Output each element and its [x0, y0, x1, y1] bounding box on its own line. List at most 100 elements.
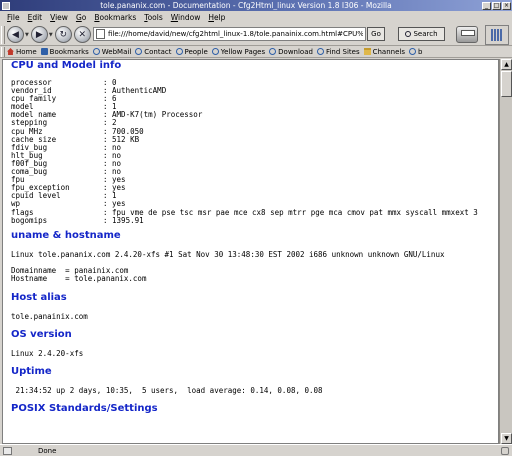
cpu-info-value: : fpu vme de pse tsc msr pae mce cx8 sep… [103, 207, 478, 217]
cpu-info-key: bogomips [11, 215, 48, 225]
menu-go[interactable]: Go [72, 13, 90, 22]
bookmark-download[interactable]: Download [269, 48, 313, 56]
bookmark-label: Channels [372, 47, 405, 56]
link-icon [211, 48, 219, 55]
bookmark-channels[interactable]: Channels [363, 47, 405, 56]
menu-bookmarks[interactable]: Bookmarks [90, 13, 140, 22]
cpu-info-row: cache size: 512 KB [11, 135, 498, 144]
bookmark-label: Bookmarks [49, 47, 89, 56]
cpu-info-row: fpu: yes [11, 176, 498, 184]
maximize-icon[interactable]: □ [492, 1, 501, 10]
bookmark-label: Download [278, 47, 313, 56]
bookmark-find-sites[interactable]: Find Sites [316, 47, 360, 56]
search-button-label: Search [413, 30, 438, 38]
cpu-info-row: processor: 0 [11, 78, 498, 87]
hostname-line: Hostname = tole.pananix.com [11, 273, 147, 283]
menu-bar: File Edit View Go Bookmarks Tools Window… [0, 11, 512, 24]
bookmark-b[interactable]: b [408, 47, 423, 56]
cpu-info-row: model: 1 [11, 103, 498, 111]
bookmark-bookmarks[interactable]: Bookmarks [40, 47, 89, 56]
uptime-heading: Uptime [11, 366, 52, 378]
folder-icon [363, 48, 371, 55]
cpu-info-row: stepping: 2 [11, 119, 498, 127]
title-bar: tole.pananix.com - Documentation - Cfg2H… [0, 0, 512, 11]
bookmark-label: WebMail [101, 47, 132, 56]
url-input[interactable] [108, 30, 363, 38]
status-text: Done [38, 446, 57, 455]
alias-heading: Host alias [11, 291, 67, 303]
bookmark-yellow-pages[interactable]: Yellow Pages [211, 47, 266, 56]
menu-window[interactable]: Window [167, 13, 205, 22]
close-icon[interactable]: × [502, 1, 511, 10]
cpu-info-row: cpu family: 6 [11, 95, 498, 103]
link-icon [408, 48, 416, 55]
scroll-thumb[interactable] [501, 71, 512, 97]
link-icon [135, 48, 143, 55]
cpu-info-row: cpuid level: 1 [11, 192, 498, 200]
link-icon [316, 48, 324, 55]
cpu-heading: CPU and Model info [11, 60, 122, 71]
go-button[interactable]: Go [367, 27, 385, 41]
page-content[interactable]: CPU and Model info processor: 0 vendor_id… [2, 59, 499, 444]
cpu-info-key: cpuid level [11, 191, 61, 201]
minimize-icon[interactable]: _ [482, 1, 491, 10]
os-heading: OS version [11, 329, 72, 341]
bookmarks-icon [40, 48, 48, 55]
home-icon [7, 48, 14, 55]
toolbar-grip[interactable] [1, 46, 5, 57]
toolbar-grip[interactable] [1, 25, 5, 44]
cpu-info-row: cpu MHz: 700.050 [11, 127, 498, 136]
scroll-down-icon[interactable]: ▼ [501, 433, 512, 444]
print-icon[interactable] [456, 26, 478, 43]
online-status-icon[interactable] [3, 446, 12, 455]
cpu-info-row: hlt_bug: no [11, 151, 498, 160]
menu-tools[interactable]: Tools [140, 13, 166, 22]
scroll-up-icon[interactable]: ▲ [501, 59, 512, 70]
search-icon [405, 31, 412, 37]
bookmark-contact[interactable]: Contact [135, 47, 172, 56]
bookmark-home[interactable]: Home [7, 48, 37, 56]
bookmark-label: Home [16, 47, 37, 56]
uptime-output: 21:34:52 up 2 days, 10:35, 5 users, load… [11, 386, 323, 396]
search-button[interactable]: Search [398, 27, 445, 41]
forward-icon[interactable]: ▶ [30, 26, 48, 43]
cpu-info-value: : 1395.91 [103, 215, 144, 225]
throbber-icon[interactable] [485, 25, 509, 45]
bookmark-label: Find Sites [325, 47, 360, 56]
window-title: tole.pananix.com - Documentation - Cfg2H… [100, 1, 392, 10]
vertical-scrollbar[interactable]: ▲ ▼ [499, 59, 512, 444]
bookmark-label: b [417, 47, 423, 56]
menu-file[interactable]: File [3, 13, 24, 22]
cpu-info-row: f00f_bug: no [11, 159, 498, 168]
cpu-info-value: : AMD-K7(tm) Processor [103, 110, 203, 120]
reload-icon[interactable]: ↻ [54, 26, 72, 43]
alias-output: tole.panainix.com [11, 311, 88, 321]
posix-heading: POSIX Standards/Settings [11, 403, 158, 415]
page-icon [96, 29, 105, 39]
bookmark-label: Contact [144, 47, 172, 56]
menu-view[interactable]: View [46, 13, 72, 22]
back-icon[interactable]: ◀ [7, 26, 24, 43]
forward-dropdown-icon[interactable]: ▼ [49, 32, 53, 38]
window-menu-icon[interactable] [2, 1, 10, 10]
status-bar: Done [0, 444, 512, 456]
menu-help[interactable]: Help [204, 13, 229, 22]
cpu-info-row: model name: AMD-K7(tm) Processor [11, 111, 498, 119]
menu-edit[interactable]: Edit [24, 13, 47, 22]
os-output: Linux 2.4.20-xfs [11, 349, 84, 359]
security-lock-icon[interactable] [501, 447, 509, 455]
stop-icon[interactable]: ✕ [73, 26, 91, 43]
cpu-info-row: bogomips : 1395.91 [11, 215, 498, 225]
personal-toolbar: Home Bookmarks WebMail Contact People Ye… [0, 46, 512, 58]
link-icon [92, 48, 100, 55]
bookmark-label: Yellow Pages [220, 47, 266, 56]
bookmark-webmail[interactable]: WebMail [92, 47, 132, 56]
back-dropdown-icon[interactable]: ▼ [25, 32, 29, 38]
cpu-info-row: vendor_id: AuthenticAMD [11, 86, 498, 95]
bookmark-people[interactable]: People [175, 48, 208, 56]
cpu-info-row: coma_bug: no [11, 167, 498, 177]
cpu-info-row: fdiv_bug: no [11, 143, 498, 152]
cpu-info-key: coma_bug [11, 167, 48, 177]
cpu-info-table: processor: 0 vendor_id: AuthenticAMD cpu f… [11, 78, 498, 225]
link-icon [175, 48, 183, 55]
